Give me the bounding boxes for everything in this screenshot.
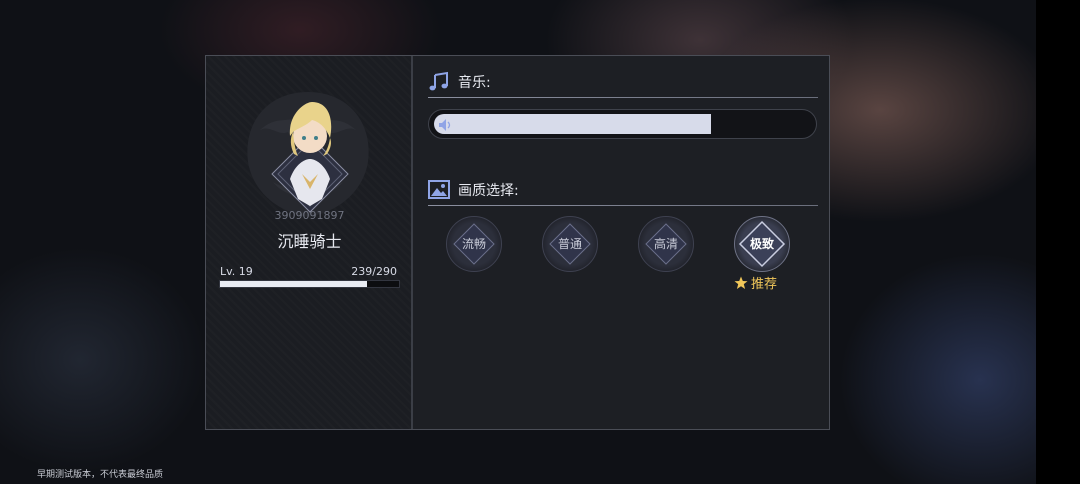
quality-option-label: 普通	[557, 237, 582, 251]
music-divider	[428, 97, 818, 98]
settings-dialog: 3909091897 沉睡骑士 Lv. 19 239/290 音乐: 画质选择:…	[205, 55, 830, 430]
quality-option-hd[interactable]: 高清	[638, 216, 694, 272]
recommend-badge: 推荐	[734, 273, 777, 292]
player-level: Lv. 19	[220, 265, 253, 278]
star-icon	[734, 276, 748, 289]
player-exp: 239/290	[351, 265, 397, 278]
quality-option-normal[interactable]: 普通	[542, 216, 598, 272]
quality-label: 画质选择:	[458, 183, 519, 199]
player-nickname: 沉睡骑士	[277, 232, 342, 251]
quality-option-label: 流畅	[461, 237, 486, 251]
early-build-notice: 早期测试版本，不代表最终品质	[37, 470, 164, 480]
exp-bar-fill	[220, 281, 368, 287]
music-label: 音乐:	[458, 75, 491, 91]
exp-bar	[219, 280, 400, 288]
quality-section-title: 画质选择:	[428, 180, 519, 200]
profile-panel: 3909091897 沉睡骑士 Lv. 19 239/290	[206, 56, 413, 429]
speaker-icon[interactable]	[437, 117, 453, 133]
quality-option-label: 极致	[749, 237, 774, 251]
screen-edge	[1036, 0, 1080, 484]
quality-option-ultra[interactable]: 极致	[734, 216, 790, 272]
music-volume-slider[interactable]	[428, 109, 817, 139]
quality-option-smooth[interactable]: 流畅	[446, 216, 502, 272]
music-section-title: 音乐:	[428, 71, 491, 93]
volume-slider-fill	[434, 114, 711, 134]
image-icon	[428, 180, 450, 199]
quality-option-label: 高清	[653, 237, 678, 251]
recommend-label: 推荐	[751, 277, 778, 292]
player-uid: 3909091897	[274, 209, 345, 222]
quality-divider	[428, 205, 818, 206]
avatar[interactable]	[260, 94, 360, 214]
music-note-icon	[429, 71, 448, 91]
